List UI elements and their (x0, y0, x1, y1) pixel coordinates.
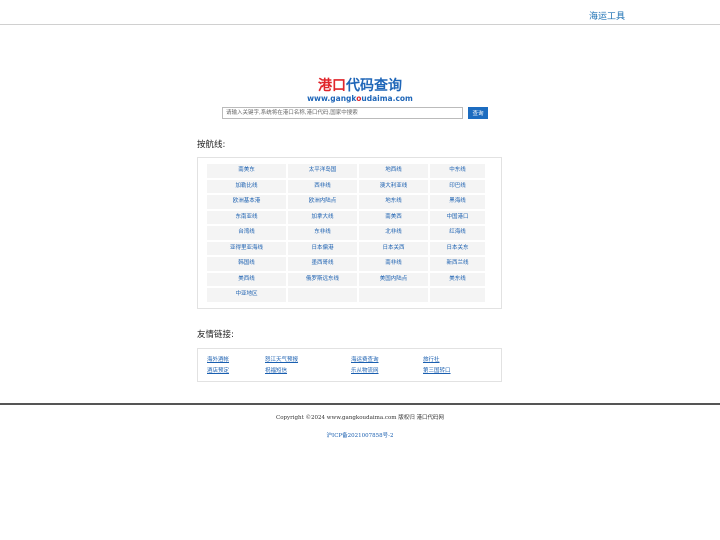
friend-link[interactable]: 旅行社 (423, 355, 440, 363)
route-link[interactable]: 日本关东 (430, 241, 485, 255)
friends-panel: 海外酒帐 怒江天气预报 海运费查询 旅行社 酒店预定 祝福短信 乐从物流网 第三… (197, 348, 502, 382)
route-link[interactable]: 欧洲内陆点 (288, 195, 357, 209)
route-link[interactable]: 澳大利亚线 (359, 179, 428, 193)
friend-link[interactable]: 乐从物流网 (351, 366, 379, 374)
routes-grid: 南美东 太平洋岛国 地西线 中东线加勒比线 西非线 澳大利亚线 印巴线欧洲基本港 欧洲内陆点地… (207, 164, 485, 302)
friend-link[interactable]: 海运费查询 (351, 355, 379, 363)
route-link[interactable]: 地西线 (359, 164, 428, 178)
logo-url: www.gangkoudaima.com (0, 94, 720, 104)
logo-title-part1: 港口 (318, 78, 346, 94)
logo-title-part2: 代码查询 (346, 78, 402, 94)
logo-url-post: udaima.com (361, 94, 413, 103)
route-link[interactable]: 美西线 (207, 272, 286, 286)
site-logo[interactable]: 港口代码查询 www.gangkoudaima.com (0, 78, 720, 104)
route-link[interactable]: 新西兰线 (430, 257, 485, 271)
route-link[interactable]: 中东线 (430, 164, 485, 178)
route-link[interactable]: 加拿大线 (288, 210, 357, 224)
friend-link[interactable]: 第三国转口 (423, 366, 451, 374)
route-link[interactable]: 亚得里亚海线 (207, 241, 286, 255)
route-link[interactable]: 东非线 (288, 226, 357, 240)
friend-link[interactable]: 祝福短信 (265, 366, 287, 374)
route-empty-cell (359, 288, 428, 302)
route-link[interactable]: 地东线 (359, 195, 428, 209)
route-link[interactable]: 南非线 (359, 257, 428, 271)
route-link[interactable]: 印巴线 (430, 179, 485, 193)
route-link[interactable]: 美国内陆点 (359, 272, 428, 286)
route-link[interactable]: 日本关西 (359, 241, 428, 255)
route-link[interactable]: 美东线 (430, 272, 485, 286)
route-link[interactable]: 东南亚线 (207, 210, 286, 224)
route-link[interactable]: 墨西哥线 (288, 257, 357, 271)
route-link[interactable]: 北非线 (359, 226, 428, 240)
route-link[interactable]: 黑海线 (430, 195, 485, 209)
route-link[interactable]: 韩国线 (207, 257, 286, 271)
friend-link[interactable]: 酒店预定 (207, 366, 229, 374)
routes-panel: 南美东 太平洋岛国 地西线 中东线加勒比线 西非线 澳大利亚线 印巴线欧洲基本港 欧洲内陆点地… (197, 157, 502, 309)
route-link[interactable]: 中亚地区 (207, 288, 286, 302)
route-link[interactable]: 南美东 (207, 164, 286, 178)
footer-divider (0, 403, 720, 405)
route-link[interactable]: 南美西 (359, 210, 428, 224)
route-link[interactable]: 欧洲基本港 (207, 195, 286, 209)
friends-section-title: 友情链接: (197, 330, 234, 340)
route-link[interactable]: 红海线 (430, 226, 485, 240)
search-button[interactable]: 查询 (468, 107, 488, 119)
icp-link[interactable]: 沪ICP备2021007858号-2 (0, 431, 720, 439)
route-link[interactable]: 台湾线 (207, 226, 286, 240)
copyright-text: Copyright ©2024 www.gangkoudaima.com 版权归… (276, 415, 444, 421)
shipping-tools-link[interactable]: 海运工具 (589, 9, 625, 22)
search-form: 查询 (222, 107, 488, 119)
route-empty-cell (288, 288, 357, 302)
logo-title: 港口代码查询 (0, 78, 720, 94)
route-empty-cell (430, 288, 485, 302)
friend-link[interactable]: 海外酒帐 (207, 355, 229, 363)
friend-link[interactable]: 怒江天气预报 (265, 355, 298, 363)
route-link[interactable]: 日本偏港 (288, 241, 357, 255)
route-link[interactable]: 太平洋岛国 (288, 164, 357, 178)
route-link[interactable]: 俄罗斯远东线 (288, 272, 357, 286)
top-bar: 海运工具 (0, 0, 720, 25)
routes-section-title: 按航线: (197, 140, 226, 150)
logo-url-pre: www.gangk (307, 94, 357, 103)
search-input[interactable] (222, 107, 463, 119)
route-link[interactable]: 西非线 (288, 179, 357, 193)
route-link[interactable]: 加勒比线 (207, 179, 286, 193)
route-link[interactable]: 中国港口 (430, 210, 485, 224)
